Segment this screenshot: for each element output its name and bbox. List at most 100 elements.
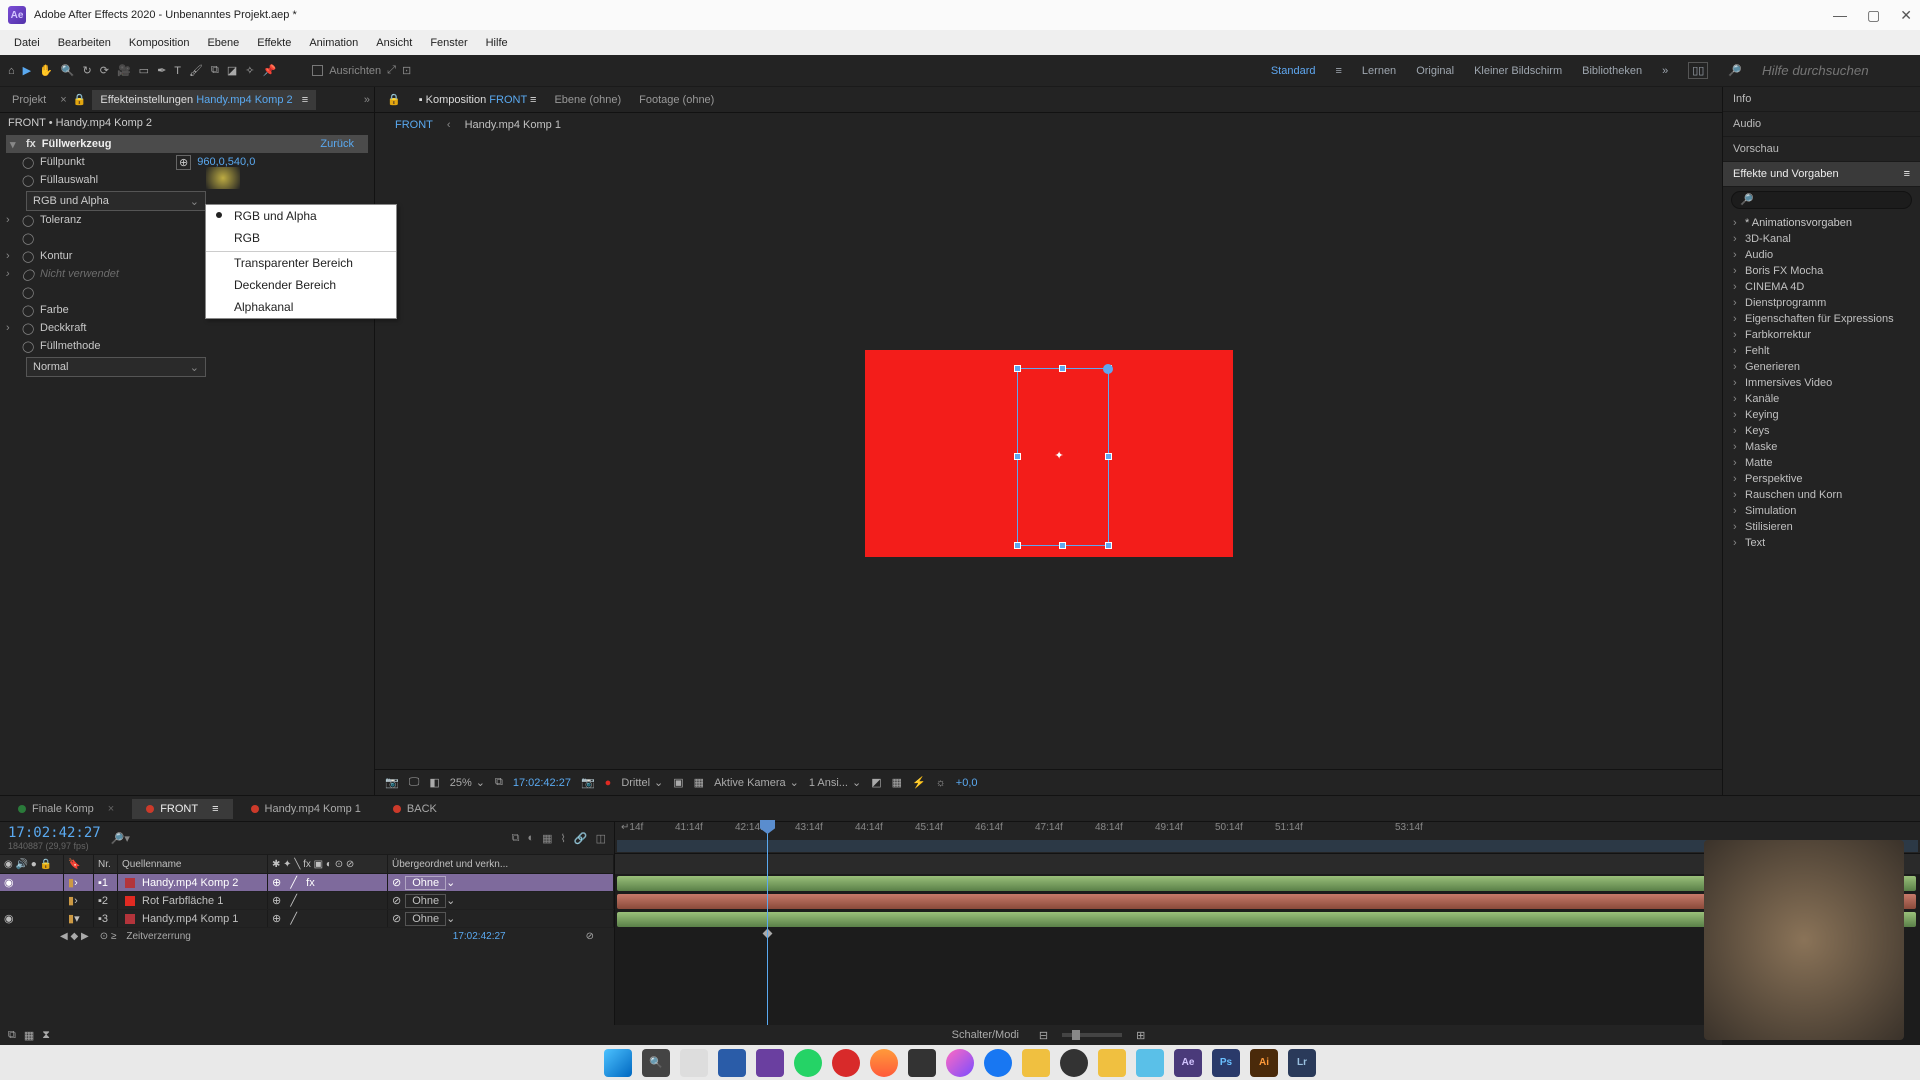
handle-ml[interactable] [1014,453,1021,460]
bin-icon[interactable]: ▦ [24,1029,34,1042]
maximize-button[interactable]: ▢ [1867,7,1880,24]
taskbar-app[interactable] [1022,1049,1050,1077]
taskbar-app[interactable] [718,1049,746,1077]
workspace-standard[interactable]: Standard [1271,65,1316,77]
handle-br[interactable] [1105,542,1112,549]
zoom-tool-icon[interactable]: 🔍 [61,64,75,77]
tree-item[interactable]: 3D-Kanal [1729,231,1914,247]
search-icon[interactable]: 🔎 [1728,64,1742,77]
orbit-tool-icon[interactable]: ↻ [83,64,92,77]
lightroom-icon[interactable]: Lr [1288,1049,1316,1077]
panel-effects-presets[interactable]: Effekte und Vorgaben≡ [1723,162,1920,187]
text-tool-icon[interactable]: T [174,65,181,77]
menu-ansicht[interactable]: Ansicht [368,34,420,52]
brush-tool-icon[interactable]: 🖌 [189,64,203,77]
workspace-bibliotheken[interactable]: Bibliotheken [1582,65,1642,77]
zoom-in-icon[interactable]: ⊞ [1136,1029,1145,1042]
handle-bm[interactable] [1059,542,1066,549]
tab-close-icon[interactable]: × [60,94,66,106]
fillmethod-dropdown[interactable]: Normal⌄ [26,357,206,377]
fillselect-dropdown[interactable]: RGB und Alpha⌄ [26,191,206,211]
camera-tool-icon[interactable]: 🎥 [117,64,131,77]
panel-vorschau[interactable]: Vorschau [1723,137,1920,162]
menu-datei[interactable]: Datei [6,34,48,52]
tree-item[interactable]: Text [1729,535,1914,551]
viewer-tab-footage[interactable]: Footage (ohne) [639,94,714,106]
minimize-button[interactable]: — [1833,7,1847,24]
menu-bearbeiten[interactable]: Bearbeiten [50,34,119,52]
workspace-original[interactable]: Original [1416,65,1454,77]
playhead[interactable] [767,822,768,1045]
menu-animation[interactable]: Animation [301,34,366,52]
menu-effekte[interactable]: Effekte [249,34,299,52]
shy-icon[interactable]: ⌇ [561,832,566,845]
tree-item[interactable]: Rauschen und Korn [1729,487,1914,503]
zoom-select[interactable]: 25% ⌄ [450,776,485,789]
pen-tool-icon[interactable]: ✒ [157,64,166,77]
align-checkbox[interactable] [312,65,323,76]
panel-more-icon[interactable]: » [364,94,370,106]
photoshop-icon[interactable]: Ps [1212,1049,1240,1077]
region-icon[interactable]: ▣ [673,776,683,789]
tree-item[interactable]: Kanäle [1729,391,1914,407]
render-icon[interactable]: ⧗ [42,1029,50,1042]
taskbar-app[interactable] [908,1049,936,1077]
transform-box[interactable]: ✦ [1017,368,1109,546]
timeline-layer-row[interactable]: ▮ › ▪ 2 Rot Farbfläche 1 ⊕ ╱ ⊘ Ohne ⌄ [0,892,614,910]
tree-item[interactable]: Matte [1729,455,1914,471]
start-button[interactable] [604,1049,632,1077]
tree-item[interactable]: Eigenschaften für Expressions [1729,311,1914,327]
timeline-tab[interactable]: FRONT≡ [132,799,232,819]
camera-select[interactable]: Aktive Kamera ⌄ [714,776,799,789]
rotation-handle[interactable] [1103,364,1113,374]
reset-link[interactable]: Zurück [320,138,364,150]
grid-icon[interactable]: ▦ [694,776,704,789]
tree-item[interactable]: Boris FX Mocha [1729,263,1914,279]
workspace-switch-icon[interactable]: ▯▯ [1688,62,1708,79]
snapshot-icon[interactable]: 📷 [581,776,595,789]
taskbar-app[interactable] [832,1049,860,1077]
resolution-select[interactable]: Drittel ⌄ [621,776,663,789]
timeline-timecode[interactable]: 17:02:42:27 [8,825,101,841]
composition-canvas[interactable]: ✦ [865,350,1233,557]
tree-item[interactable]: Maske [1729,439,1914,455]
tree-item[interactable]: Immersives Video [1729,375,1914,391]
dof-icon[interactable]: ◩ [871,776,881,789]
menu-fenster[interactable]: Fenster [422,34,475,52]
menu-komposition[interactable]: Komposition [121,34,198,52]
timeline-tab[interactable]: BACK [379,799,451,819]
tree-item[interactable]: Keys [1729,423,1914,439]
timeline-search-icon[interactable]: 🔎▾ [111,832,130,845]
menu-hilfe[interactable]: Hilfe [478,34,516,52]
lock-icon[interactable]: 🔒 [73,93,87,106]
anchor-icon[interactable]: ✦ [1055,449,1071,465]
mask-icon[interactable]: ◧ [429,776,439,789]
graph-icon[interactable]: ⧉ [512,832,520,845]
tree-item[interactable]: * Animationsvorgaben [1729,215,1914,231]
illustrator-icon[interactable]: Ai [1250,1049,1278,1077]
link-icon[interactable]: 🔗 [574,832,588,845]
selection-tool-icon[interactable]: ▶ [23,64,31,77]
explorer-icon[interactable] [1098,1049,1126,1077]
search-input[interactable] [1762,63,1912,78]
snap-tool-icon[interactable]: ⤢ [387,64,396,77]
menu-ebene[interactable]: Ebene [199,34,247,52]
breadcrumb-parent[interactable]: Handy.mp4 Komp 1 [465,119,561,131]
switches-mode[interactable]: Schalter/Modi [952,1029,1019,1041]
projekt-tab[interactable]: Projekt [4,90,54,110]
task-view-icon[interactable] [680,1049,708,1077]
popup-option[interactable]: Transparenter Bereich [206,251,396,274]
flowchart-icon[interactable]: ⧉ [8,1029,16,1042]
frame-blend-icon[interactable]: ◫ [596,832,606,845]
timeline-tab[interactable]: Finale Komp× [4,799,128,819]
effect-controls-tab[interactable]: Effekteinstellungen Handy.mp4 Komp 2 ≡ [92,90,316,110]
viewer-tab-ebene[interactable]: Ebene (ohne) [554,94,621,106]
motion-blur-icon[interactable]: ◐ [527,832,534,845]
stamp-tool-icon[interactable]: ⧉ [211,64,219,77]
fillpoint-value[interactable]: 960,0,540,0 [197,156,255,168]
target-icon[interactable]: ⊕ [176,155,191,170]
firefox-icon[interactable] [870,1049,898,1077]
screen-icon[interactable]: 🖵 [409,776,420,789]
shape-tool-icon[interactable]: ▭ [139,64,149,77]
tree-item[interactable]: Simulation [1729,503,1914,519]
